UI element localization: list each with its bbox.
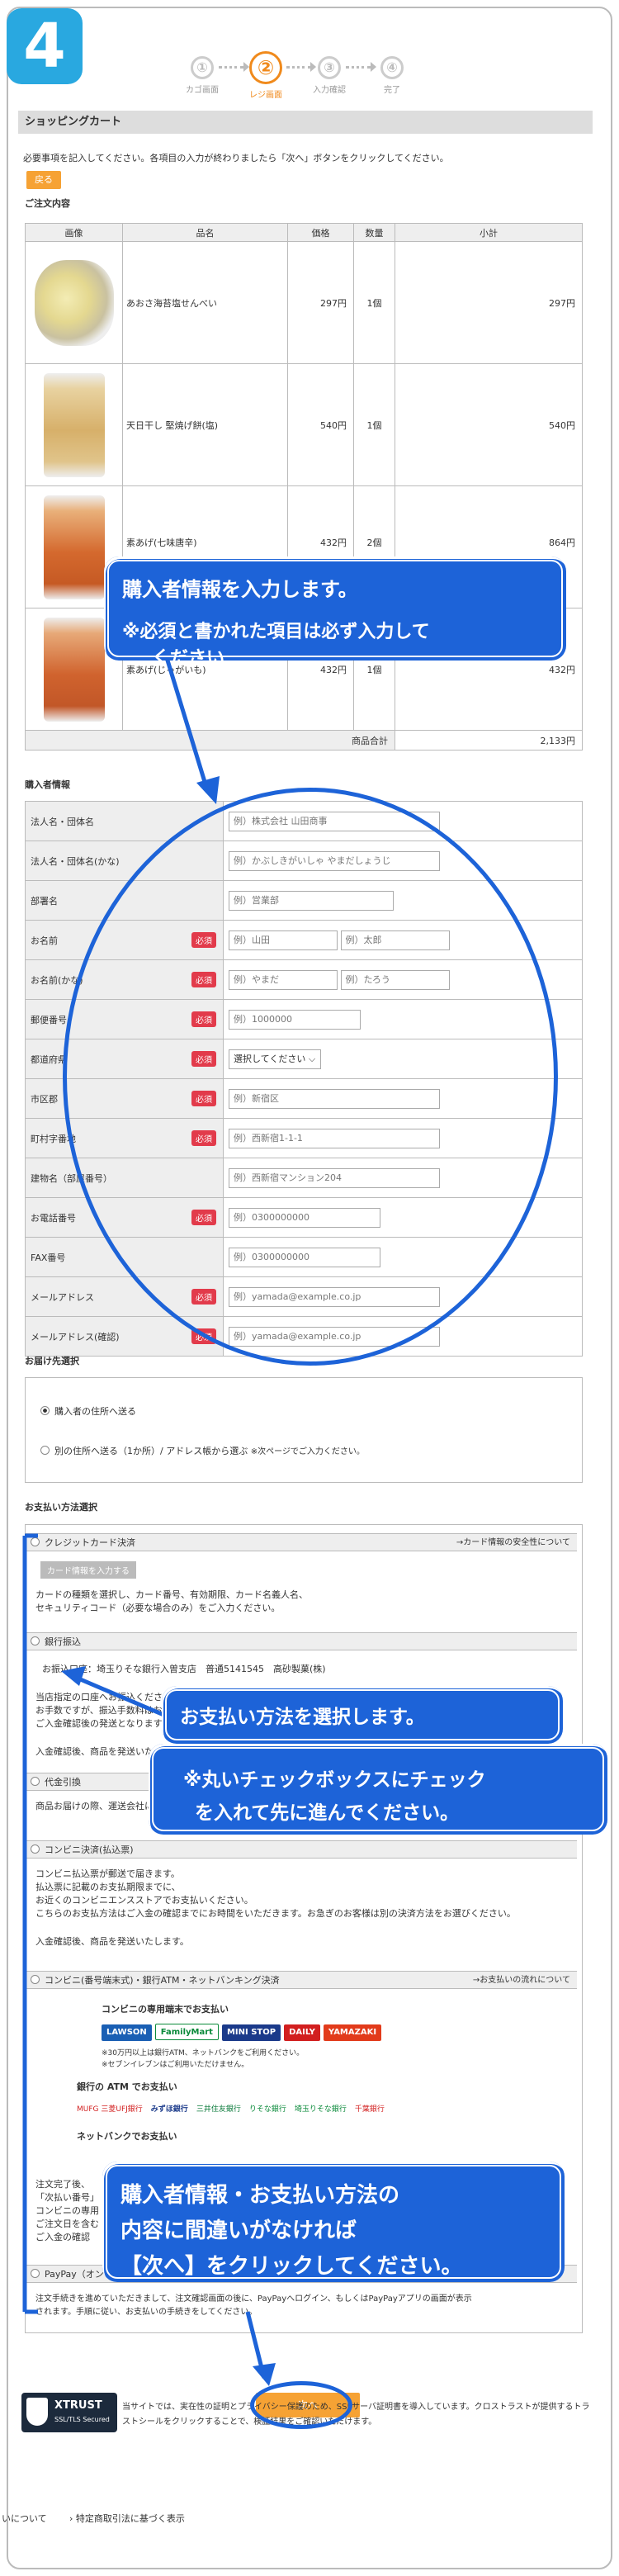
- callout-arrow-head-icon: [196, 776, 220, 804]
- callout-text: を入れて先に進んでください。: [195, 1802, 460, 1824]
- page: 4 ① カゴ画面 ② レジ画面 ③ 入力確認 ④ 完了 ショッピングカート 必要事項を記…: [0, 0, 619, 2576]
- callout-payment-inner: お支払い方法を選択します。: [165, 1689, 560, 1740]
- callout-buyer-info: 購入者情報を入力します。 ※必須と書かれた項目は必ず入力して ください: [104, 556, 566, 669]
- callout-checkbox-inner: ※丸いチェックボックスにチェック を入れて先に進んでください。: [152, 1747, 604, 1831]
- callout-text: 購入者情報を入力します。: [122, 578, 358, 601]
- callout-text: ※必須と書かれた項目は必ず入力して: [122, 622, 430, 642]
- callout-next-inner: 購入者情報・お支払い方法の 内容に間違いがなければ 【次へ】をクリックしてくださ…: [106, 2165, 561, 2279]
- callout-text: ください: [152, 648, 225, 669]
- callout-next: 購入者情報・お支払い方法の 内容に間違いがなければ 【次へ】をクリックしてくださ…: [102, 2162, 565, 2282]
- next-button-highlight-ring: [250, 2381, 352, 2429]
- callout-text: ※丸いチェックボックスにチェック: [183, 1769, 486, 1791]
- callout-arrow-icon: [163, 651, 210, 793]
- callout-text: 【次へ】をクリックしてください。: [120, 2254, 463, 2279]
- callout-text: お支払い方法を選択します。: [180, 1707, 425, 1728]
- callout-text: 内容に間違いがなければ: [120, 2218, 357, 2243]
- callout-buyer-info-inner: 購入者情報を入力します。 ※必須と書かれた項目は必ず入力して ください: [107, 560, 563, 669]
- callout-payment: お支払い方法を選択します。: [162, 1686, 563, 1744]
- callout-arrow-head-icon: [253, 2363, 276, 2386]
- callout-checkbox: ※丸いチェックボックスにチェック を入れて先に進んでください。: [149, 1744, 607, 1835]
- callout-text: 購入者情報・お支払い方法の: [120, 2183, 400, 2208]
- callout-arrow-icon: [72, 1674, 174, 1721]
- callout-arrow-head-icon: [61, 1666, 86, 1686]
